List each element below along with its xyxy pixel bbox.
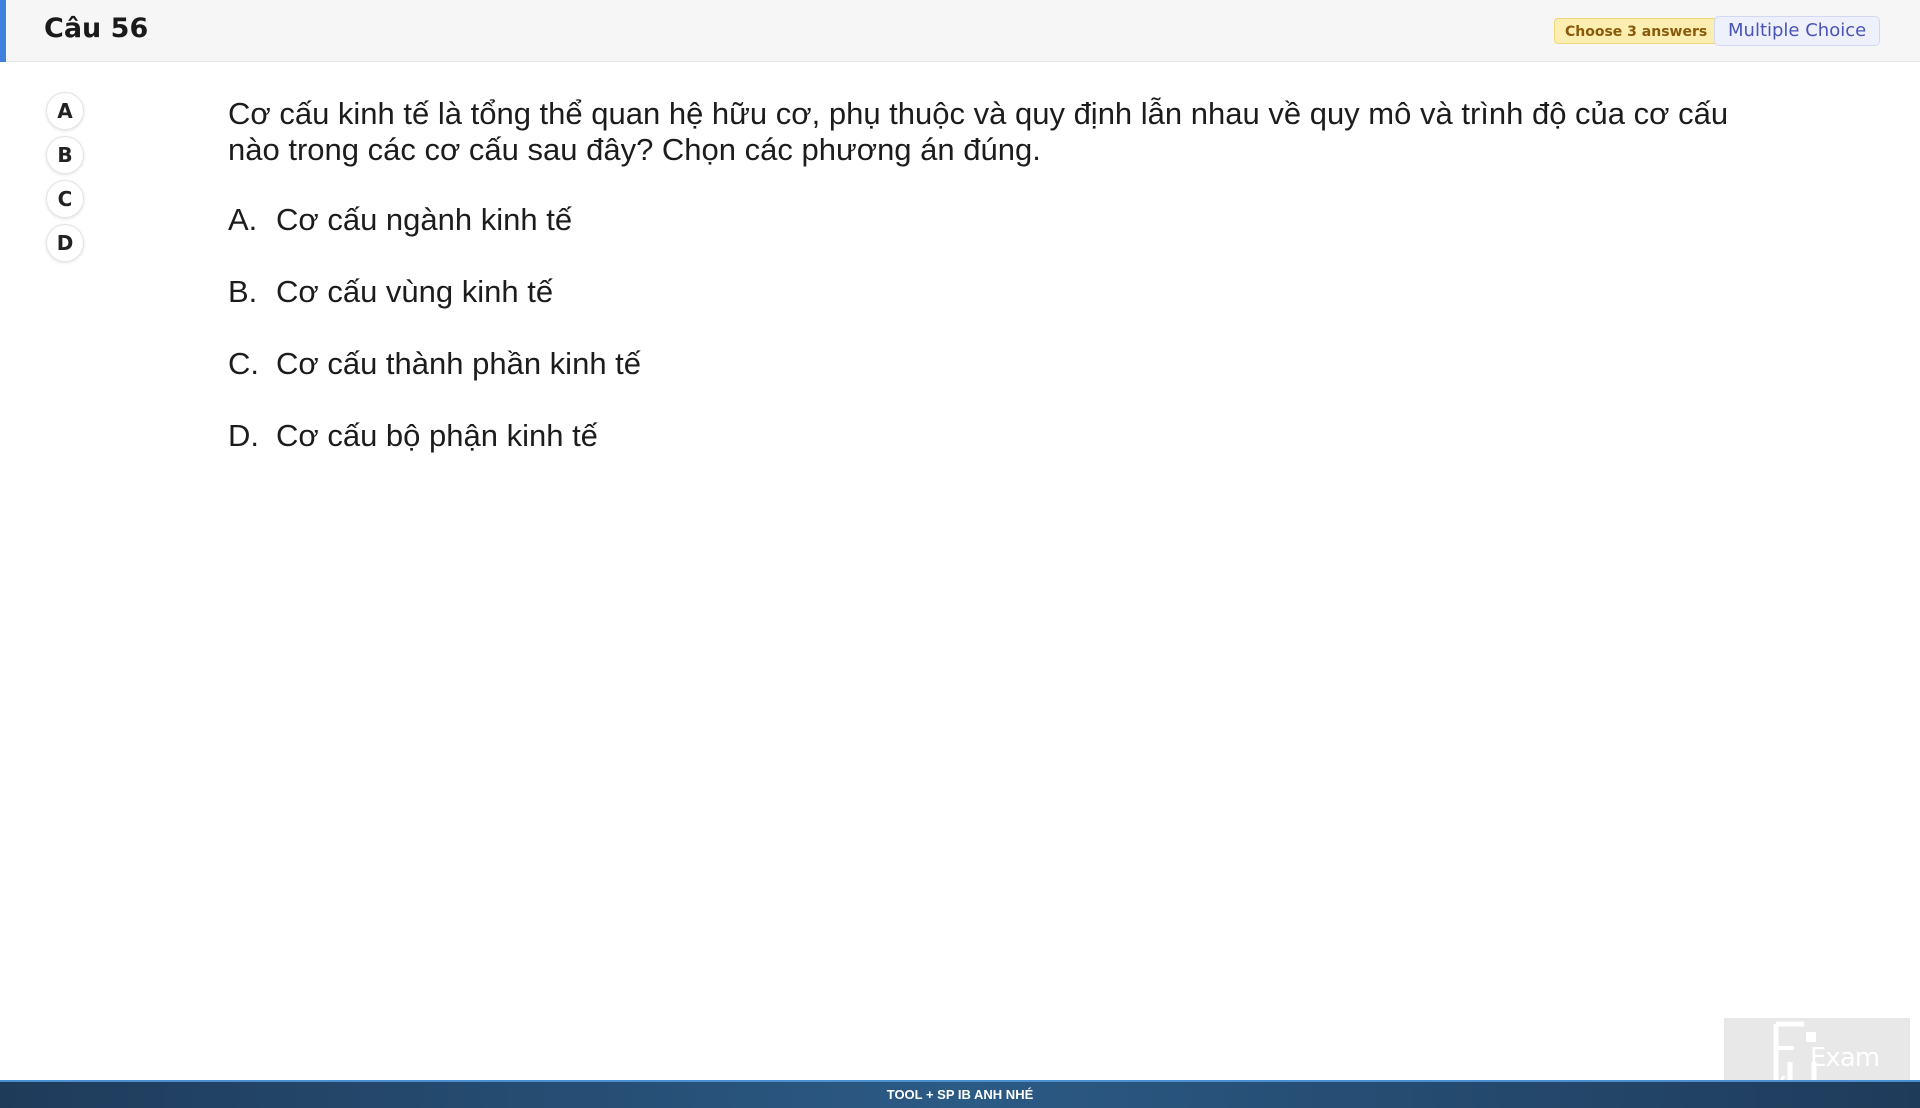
option-c: C. Cơ cấu thành phần kinh tế	[228, 346, 641, 418]
footer-bar: TOOL + SP IB ANH NHÉ	[0, 1080, 1920, 1108]
question-header: Câu 56 Choose 3 answers Multiple Choice	[0, 0, 1920, 62]
option-letter: A.	[228, 202, 258, 237]
question-type-badge: Multiple Choice	[1714, 16, 1881, 46]
header-accent-bar	[0, 0, 6, 62]
option-letter: C.	[228, 346, 259, 381]
option-a: A. Cơ cấu ngành kinh tế	[228, 202, 641, 274]
answer-select-b[interactable]: B	[46, 136, 84, 174]
option-text: Cơ cấu bộ phận kinh tế	[276, 418, 598, 453]
answer-select-c[interactable]: C	[46, 180, 84, 218]
footer-text: TOOL + SP IB ANH NHÉ	[886, 1087, 1034, 1102]
answer-select-a[interactable]: A	[46, 92, 84, 130]
option-text: Cơ cấu vùng kinh tế	[276, 274, 554, 309]
question-number: Câu 56	[44, 13, 149, 44]
answer-select-d[interactable]: D	[46, 224, 84, 262]
option-text: Cơ cấu thành phần kinh tế	[276, 346, 642, 381]
choose-count-badge: Choose 3 answers	[1554, 18, 1719, 44]
watermark-logo-text: Exam	[1810, 1043, 1880, 1073]
options-list: A. Cơ cấu ngành kinh tế B. Cơ cấu vùng kin…	[228, 202, 641, 490]
option-letter: D.	[228, 418, 259, 453]
answer-selector: A B C D	[46, 92, 86, 268]
option-b: B. Cơ cấu vùng kinh tế	[228, 274, 641, 346]
option-d: D. Cơ cấu bộ phận kinh tế	[228, 418, 641, 490]
option-letter: B.	[228, 274, 258, 309]
question-text: Cơ cấu kinh tế là tổng thể quan hệ hữu c…	[228, 96, 1729, 167]
option-text: Cơ cấu ngành kinh tế	[276, 202, 573, 237]
exam-page: Câu 56 Choose 3 answers Multiple Choice …	[0, 0, 1920, 1108]
